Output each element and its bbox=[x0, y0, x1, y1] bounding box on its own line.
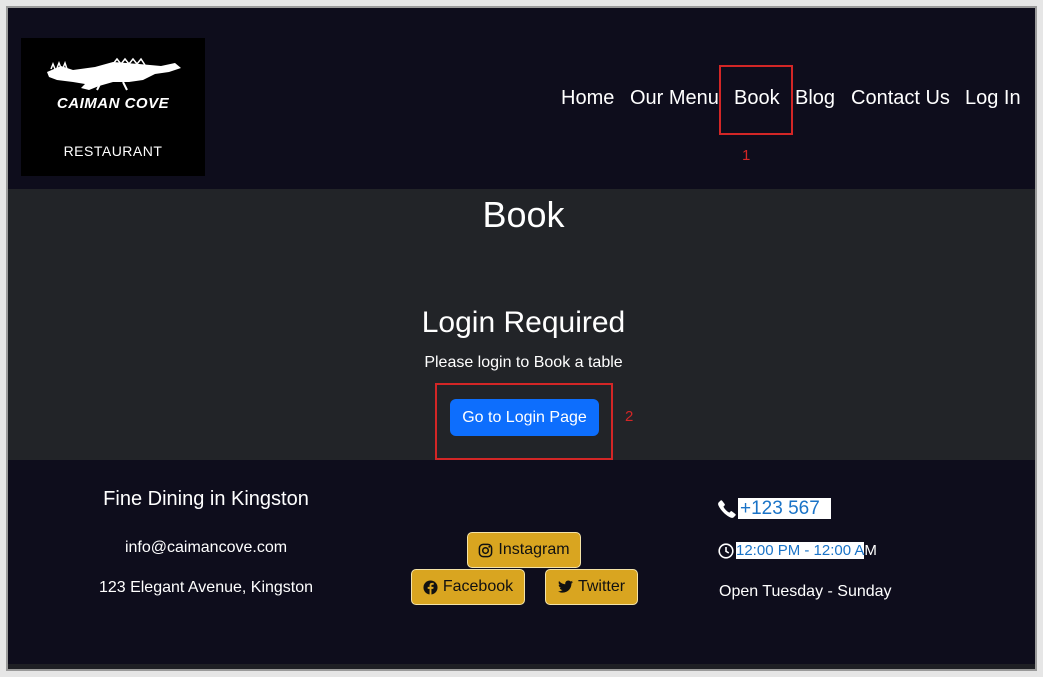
opening-hours: 12:00 PM - 12:00 AM bbox=[736, 542, 877, 560]
annotation-number-1: 1 bbox=[742, 147, 751, 164]
nav-contact-us[interactable]: Contact Us bbox=[851, 87, 950, 110]
annotation-box-1 bbox=[719, 65, 793, 135]
instagram-label: Instagram bbox=[498, 541, 570, 558]
nav-our-menu[interactable]: Our Menu bbox=[630, 87, 719, 110]
page: CAIMAN COVE RESTAURANT Home Our Menu Boo… bbox=[8, 8, 1039, 672]
open-days: Open Tuesday - Sunday bbox=[719, 583, 892, 600]
hours-row: 12:00 PM - 12:00 AM bbox=[718, 542, 877, 560]
hours-rest-text: M bbox=[864, 542, 877, 559]
phone-icon bbox=[718, 499, 736, 518]
phone-row: +123 567 bbox=[718, 498, 831, 519]
login-heading: Login Required bbox=[421, 306, 626, 339]
main-content: Book Login Required Please login to Book… bbox=[8, 189, 1039, 460]
login-message: Please login to Book a table bbox=[424, 354, 623, 371]
site-footer: Fine Dining in Kingston info@caimancove.… bbox=[8, 460, 1039, 664]
facebook-button[interactable]: Facebook bbox=[411, 569, 525, 605]
instagram-icon bbox=[479, 543, 493, 557]
twitter-icon bbox=[557, 580, 573, 593]
instagram-button[interactable]: Instagram bbox=[467, 532, 581, 568]
page-title: Book bbox=[482, 194, 565, 235]
nav-log-in[interactable]: Log In bbox=[965, 87, 1021, 110]
annotation-box-2 bbox=[435, 383, 613, 460]
site-header: CAIMAN COVE RESTAURANT Home Our Menu Boo… bbox=[8, 8, 1039, 189]
twitter-button[interactable]: Twitter bbox=[545, 569, 638, 605]
facebook-icon bbox=[423, 579, 438, 595]
facebook-label: Facebook bbox=[442, 578, 514, 595]
clock-icon bbox=[718, 543, 734, 559]
footer-address: 123 Elegant Avenue, Kingston bbox=[98, 579, 314, 596]
phone-link[interactable]: +123 567 bbox=[738, 498, 831, 519]
footer-email[interactable]: info@caimancove.com bbox=[46, 539, 366, 557]
main-nav: Home Our Menu Book Blog Contact Us Log I… bbox=[8, 87, 1039, 113]
annotation-number-2: 2 bbox=[625, 408, 634, 425]
footer-bottom-strip bbox=[8, 664, 1039, 672]
nav-home[interactable]: Home bbox=[561, 87, 614, 110]
logo-subtitle: RESTAURANT bbox=[63, 143, 163, 159]
twitter-label: Twitter bbox=[577, 578, 626, 595]
nav-blog[interactable]: Blog bbox=[795, 87, 835, 110]
hours-selected-text: 12:00 PM - 12:00 A bbox=[736, 542, 865, 559]
footer-title: Fine Dining in Kingston bbox=[103, 488, 309, 510]
